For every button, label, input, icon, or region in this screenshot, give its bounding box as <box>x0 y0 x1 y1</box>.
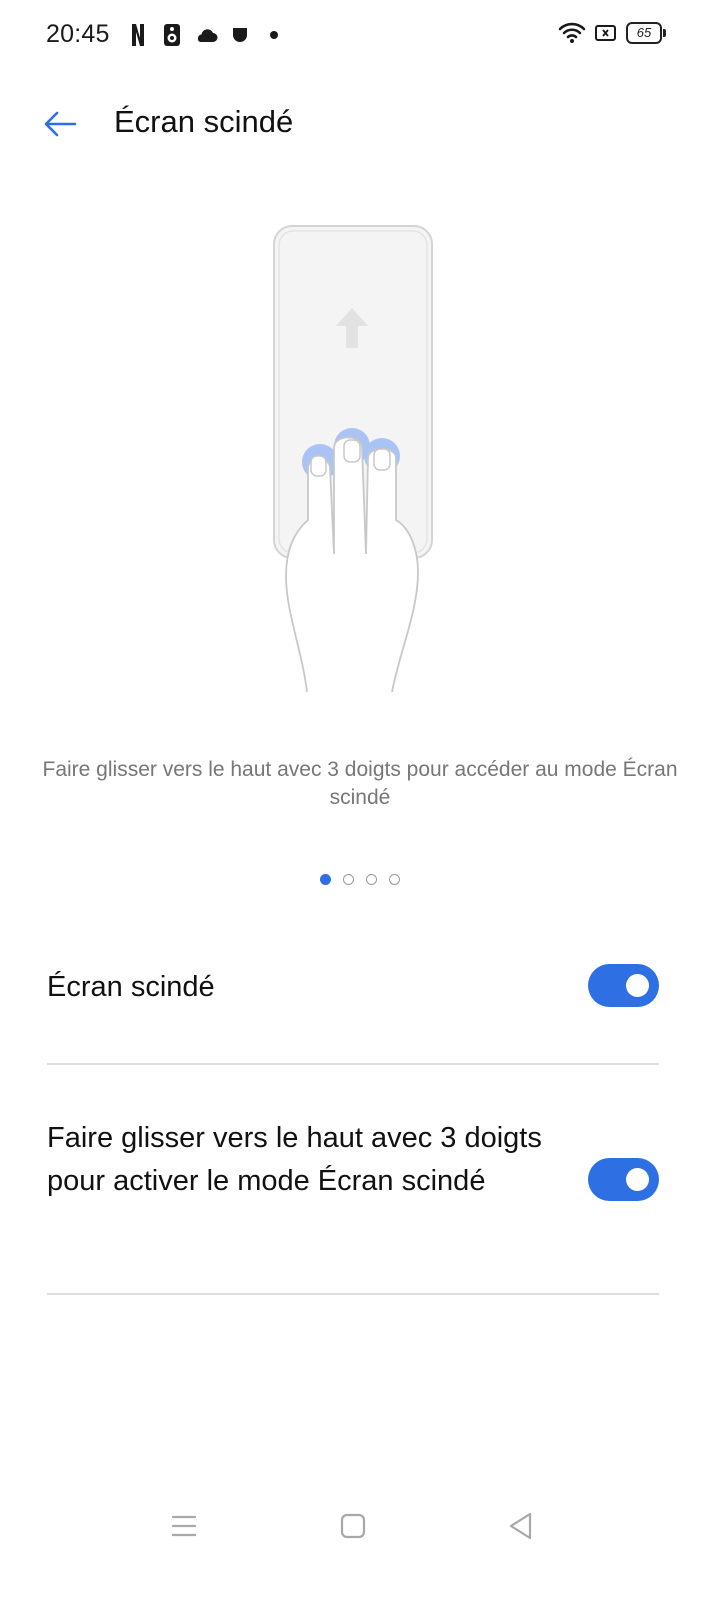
battery-level: 65 <box>626 22 666 44</box>
home-icon <box>340 1513 366 1539</box>
toggle-knob <box>626 1168 649 1191</box>
dot-icon <box>262 22 286 48</box>
notification-icons <box>126 22 296 48</box>
pocket-icon <box>228 22 252 48</box>
divider <box>47 1293 659 1295</box>
setting-label: Faire glisser vers le haut avec 3 doigts… <box>47 1122 542 1197</box>
status-bar: 20:45 65 <box>0 0 720 72</box>
pager-dot-4[interactable] <box>389 874 400 885</box>
pager-dots <box>0 874 720 885</box>
pager-dot-1[interactable] <box>320 874 331 885</box>
navigation-bar <box>0 1496 720 1556</box>
setting-split-screen[interactable]: Écran scindé <box>47 940 659 1064</box>
menu-icon <box>171 1515 197 1537</box>
page-title: Écran scindé <box>114 104 294 139</box>
netflix-icon <box>126 22 150 48</box>
three-finger-swipe-up-icon <box>273 225 433 693</box>
nav-back-button[interactable] <box>500 1506 540 1546</box>
status-time: 20:45 <box>46 20 110 48</box>
app-header: Écran scindé <box>0 88 720 160</box>
nosim-icon <box>594 23 618 43</box>
battery-icon: 65 <box>626 22 666 44</box>
cloud-icon <box>194 22 218 48</box>
setting-label: Écran scindé <box>47 971 215 1003</box>
system-icons: 65 <box>550 22 666 44</box>
pager-dot-2[interactable] <box>343 874 354 885</box>
setting-three-finger-swipe[interactable]: Faire glisser vers le haut avec 3 doigts… <box>47 1065 659 1293</box>
toggle-knob <box>626 974 649 997</box>
gesture-illustration <box>250 220 460 700</box>
arrow-left-icon <box>44 111 77 137</box>
back-button[interactable] <box>40 104 80 144</box>
wifi-icon <box>558 22 586 44</box>
gesture-caption: Faire glisser vers le haut avec 3 doigts… <box>42 758 678 809</box>
back-triangle-icon <box>509 1512 532 1540</box>
home-button[interactable] <box>333 1506 373 1546</box>
pager-dot-3[interactable] <box>366 874 377 885</box>
three-finger-swipe-toggle[interactable] <box>588 1158 659 1201</box>
split-screen-toggle[interactable] <box>588 964 659 1007</box>
recents-button[interactable] <box>164 1506 204 1546</box>
speaker-icon <box>160 22 184 48</box>
